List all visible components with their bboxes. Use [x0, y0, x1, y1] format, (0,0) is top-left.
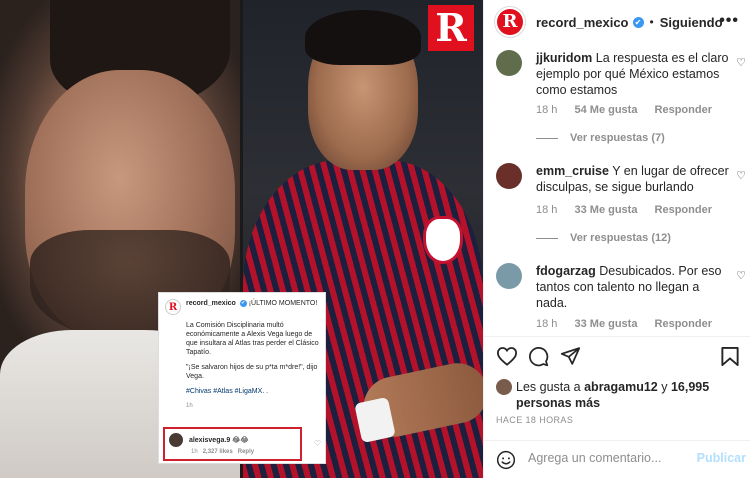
comment-time: 18 h	[536, 318, 558, 330]
save-icon[interactable]	[720, 346, 740, 367]
replies-line	[536, 237, 558, 239]
heart-icon[interactable]	[496, 346, 518, 366]
publish-button[interactable]: Publicar	[697, 451, 746, 465]
embed-headline: ¡ÚLTIMO MOMENTO!	[248, 300, 318, 307]
heart-icon[interactable]: ♡	[736, 169, 746, 182]
emoji-icon[interactable]	[496, 450, 516, 470]
comment-username[interactable]: emm_cruise	[536, 164, 609, 178]
verified-icon: ✔	[239, 299, 247, 307]
view-replies-button[interactable]: Ver respuestas (12)	[536, 232, 671, 244]
embed-paragraph: La Comisión Disciplinaria multó económic…	[186, 322, 319, 356]
profile-username[interactable]: record_mexico	[536, 15, 629, 30]
likes-prefix: Les gusta a	[516, 380, 585, 394]
embed-reply-label: Reply	[237, 449, 255, 455]
commenter-avatar[interactable]	[496, 163, 522, 189]
heart-icon[interactable]: ♡	[736, 269, 746, 282]
divider	[484, 440, 750, 441]
comment-likes[interactable]: 54 Me gusta	[574, 104, 637, 116]
embed-reply-likes: 2,327 likes	[202, 449, 233, 455]
commenter-avatar[interactable]	[496, 263, 522, 289]
comments-panel: R record_mexico ✔ • Siguiendo ••• jjkuri…	[483, 0, 750, 478]
record-logo: R	[428, 5, 474, 51]
share-icon[interactable]	[560, 346, 581, 366]
comment-time: 18 h	[536, 204, 558, 216]
more-icon[interactable]: •••	[719, 12, 739, 30]
embed-hashtags: #Chivas #Atlas #LigaMX. .	[186, 388, 269, 395]
post-image[interactable]: R R record_mexico ✔ ¡ÚLTIMO MOMENTO! La …	[0, 0, 483, 478]
club-crest	[423, 216, 463, 264]
embed-reply-username: alexisvega.9	[188, 437, 231, 444]
verified-icon: ✔	[632, 16, 644, 28]
embed-reply-avatar	[169, 433, 183, 447]
comment-time: 18 h	[536, 104, 558, 116]
reply-button[interactable]: Responder	[655, 104, 712, 116]
comment-likes[interactable]: 33 Me gusta	[574, 318, 637, 330]
separator-dot: •	[649, 15, 654, 29]
likes-middle: y	[657, 380, 671, 394]
embed-reply-highlight: alexisvega.9 😂😂 1h 2,327 likes Reply	[163, 427, 302, 461]
comment-username[interactable]: jjkuridom	[536, 51, 592, 65]
replies-line	[536, 137, 558, 139]
action-bar	[496, 346, 746, 370]
comment-likes[interactable]: 33 Me gusta	[574, 204, 637, 216]
comment-username[interactable]: fdogarzag	[536, 264, 596, 278]
commenter-avatar[interactable]	[496, 50, 522, 76]
embed-quote: "¡Se salvaron hijos de su p*ta m*dre!", …	[186, 364, 318, 380]
view-replies-button[interactable]: Ver respuestas (7)	[536, 132, 665, 144]
comment-composer: Publicar	[496, 448, 746, 472]
embed-reply-emojis: 😂😂	[232, 437, 249, 444]
reply-button[interactable]: Responder	[655, 318, 712, 330]
liker-username[interactable]: abragamu12	[584, 380, 658, 394]
comment-icon[interactable]	[528, 346, 549, 367]
following-button[interactable]: Siguiendo	[660, 15, 723, 30]
profile-avatar[interactable]: R	[494, 6, 526, 38]
comment-input[interactable]	[528, 451, 678, 465]
heart-icon: ♡	[313, 439, 321, 448]
embed-avatar: R	[165, 299, 181, 315]
reply-button[interactable]: Responder	[655, 204, 712, 216]
embed-username: record_mexico	[186, 300, 236, 307]
post-timestamp[interactable]: HACE 18 HORAS	[496, 415, 573, 425]
embedded-comment-card: R record_mexico ✔ ¡ÚLTIMO MOMENTO! La Co…	[158, 292, 326, 464]
divider	[484, 336, 750, 337]
heart-icon[interactable]: ♡	[736, 56, 746, 69]
embed-time: 1h	[186, 403, 193, 409]
liker-avatar[interactable]	[496, 379, 512, 395]
post-header: R record_mexico ✔ • Siguiendo •••	[484, 0, 750, 44]
embed-reply-time: 1h	[191, 449, 198, 455]
hair-shape	[305, 10, 421, 65]
